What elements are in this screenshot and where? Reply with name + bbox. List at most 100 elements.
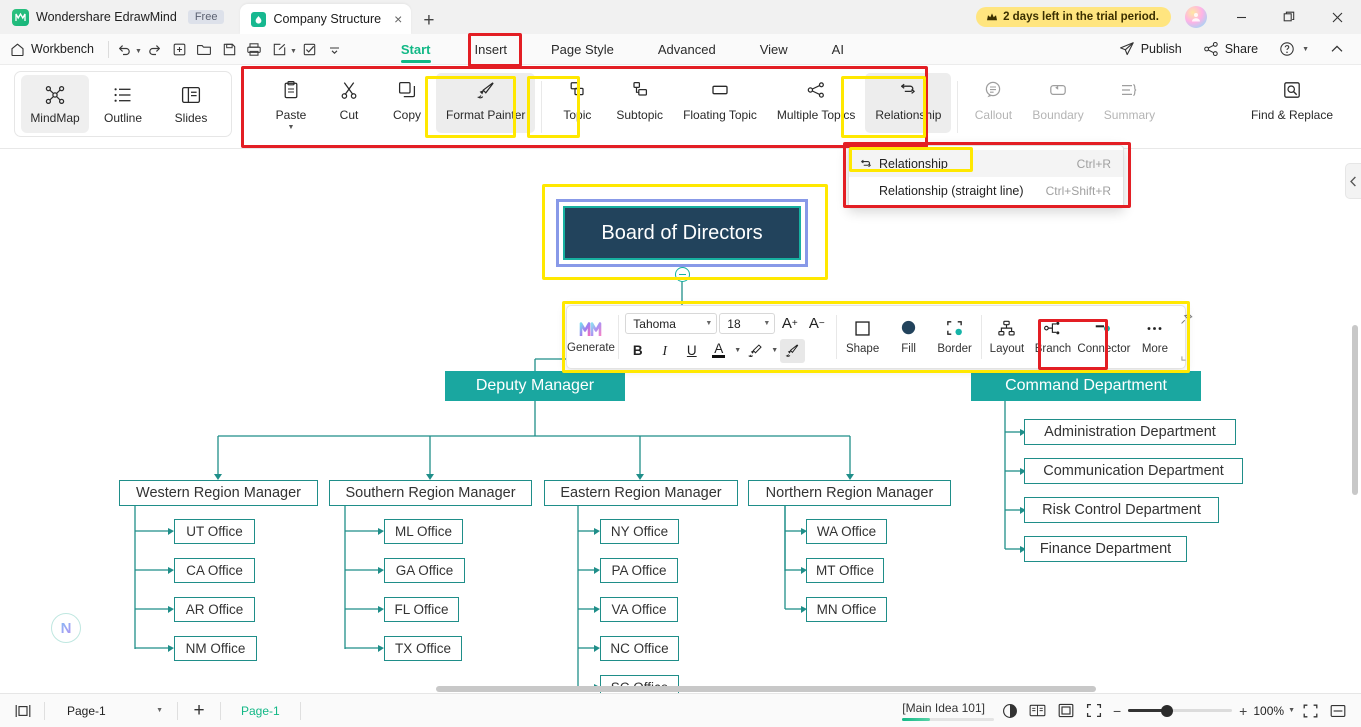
minimize-button[interactable] [1219,0,1263,34]
node-office[interactable]: MT Office [806,558,884,583]
zoom-out-button[interactable]: − [1113,703,1121,719]
node-command-department[interactable]: Command Department [971,371,1201,401]
export-button[interactable] [267,37,292,62]
document-tab[interactable]: Company Structure × [240,4,412,34]
node-office[interactable]: CA Office [174,558,255,583]
split-view-icon[interactable] [1325,699,1351,723]
node-office[interactable]: MN Office [806,597,887,622]
new-file-button[interactable] [167,37,192,62]
border-button[interactable]: Border [932,306,978,368]
check-mode-button[interactable] [297,37,322,62]
view-slides[interactable]: Slides [157,75,225,133]
node-department[interactable]: Administration Department [1024,419,1236,445]
undo-caret-icon[interactable]: ▼ [135,48,142,55]
node-office[interactable]: PA Office [600,558,678,583]
page-tag[interactable]: Page-1 [229,704,292,718]
help-button[interactable]: ▼ [1270,37,1318,61]
node-office[interactable]: FL Office [384,597,459,622]
menu-item-relationship-straight[interactable]: Relationship (straight line) Ctrl+Shift+… [849,177,1123,204]
floating-topic-button[interactable]: Floating Topic [673,73,767,133]
trial-badge[interactable]: 2 days left in the trial period. [976,7,1171,27]
print-button[interactable] [242,37,267,62]
copy-button[interactable]: Copy [378,73,436,133]
add-page-button[interactable]: + [186,699,212,723]
node-office[interactable]: WA Office [806,519,887,544]
font-color-caret-icon[interactable]: ▼ [734,347,741,354]
font-color-button[interactable]: A [706,339,731,363]
collapse-ribbon-button[interactable] [1321,38,1353,60]
node-office[interactable]: UT Office [174,519,255,544]
more-options-button[interactable]: More [1132,306,1178,368]
more-quick-actions-icon[interactable] [322,37,347,62]
menu-item-relationship[interactable]: Relationship Ctrl+R [849,150,1123,177]
tab-insert[interactable]: Insert [453,34,530,65]
save-button[interactable] [217,37,242,62]
node-office[interactable]: NY Office [600,519,679,544]
tab-view[interactable]: View [738,34,810,65]
redo-button[interactable] [142,37,167,62]
node-office[interactable]: NM Office [174,636,257,661]
font-size-select[interactable]: 18 ▼ [719,313,776,334]
underline-button[interactable]: U [679,339,704,363]
paste-button[interactable]: Paste ▼ [262,73,320,133]
node-office[interactable]: VA Office [600,597,678,622]
summary-button[interactable]: Summary [1094,73,1165,133]
root-collapse-button[interactable] [675,267,690,282]
resize-handle-icon[interactable] [1181,350,1192,361]
bold-button[interactable]: B [625,339,650,363]
node-board-of-directors[interactable]: Board of Directors [563,206,801,260]
new-tab-button[interactable]: + [411,11,446,30]
page-select[interactable]: Page-1 ▼ [57,700,169,722]
tab-start[interactable]: Start [379,34,453,65]
presentation-icon[interactable] [1297,699,1323,723]
relationship-button[interactable]: Relationship [865,73,952,133]
increase-font-size-button[interactable]: A + [777,312,802,336]
workbench-button[interactable]: Workbench [0,42,105,57]
node-department[interactable]: Communication Department [1024,458,1243,484]
node-office[interactable]: NC Office [600,636,679,661]
font-family-select[interactable]: Tahoma ▼ [625,313,718,334]
pin-icon[interactable] [1180,312,1193,325]
tab-advanced[interactable]: Advanced [636,34,738,65]
view-mindmap[interactable]: MindMap [21,75,89,133]
tab-page-style[interactable]: Page Style [529,34,636,65]
node-department[interactable]: Finance Department [1024,536,1187,562]
node-southern-region-manager[interactable]: Southern Region Manager [329,480,532,506]
cut-button[interactable]: Cut [320,73,378,133]
layout-button[interactable]: Layout [984,306,1030,368]
format-painter-button[interactable]: Format Painter [436,73,536,133]
shape-button[interactable]: Shape [840,306,886,368]
format-painter-toggle[interactable] [780,338,806,363]
multiple-topics-button[interactable]: Multiple Topics [767,73,865,133]
share-button[interactable]: Share [1194,37,1267,61]
node-deputy-manager[interactable]: Deputy Manager [445,371,625,401]
undo-button[interactable] [112,37,137,62]
horizontal-scrollbar[interactable] [436,686,1096,692]
vertical-scrollbar[interactable] [1352,325,1358,495]
theme-icon[interactable] [997,699,1023,723]
ai-generate-button[interactable]: Generate [567,306,615,368]
find-replace-button[interactable]: Find & Replace [1241,73,1343,129]
connector-button[interactable]: Connector [1076,306,1132,368]
export-caret-icon[interactable]: ▼ [290,48,297,55]
close-window-button[interactable] [1315,0,1359,34]
node-office[interactable]: TX Office [384,636,462,661]
fullscreen-canvas-icon[interactable] [1081,699,1107,723]
decrease-font-size-button[interactable]: A − [804,312,829,336]
node-office[interactable]: GA Office [384,558,465,583]
right-panel-toggle[interactable] [1345,163,1361,199]
italic-button[interactable]: I [652,339,677,363]
callout-button[interactable]: Callout [964,73,1022,133]
avatar[interactable] [1185,6,1207,28]
node-department[interactable]: Risk Control Department [1024,497,1219,523]
zoom-slider[interactable] [1128,704,1233,717]
zoom-in-button[interactable]: + [1239,703,1247,719]
publish-button[interactable]: Publish [1110,37,1191,61]
node-office[interactable]: AR Office [174,597,255,622]
maximize-button[interactable] [1267,0,1311,34]
sidebar-toggle-icon[interactable] [10,699,36,723]
node-office[interactable]: ML Office [384,519,463,544]
zoom-slider-knob[interactable] [1161,704,1174,717]
paste-caret-icon[interactable]: ▼ [288,124,295,131]
node-western-region-manager[interactable]: Western Region Manager [119,480,318,506]
